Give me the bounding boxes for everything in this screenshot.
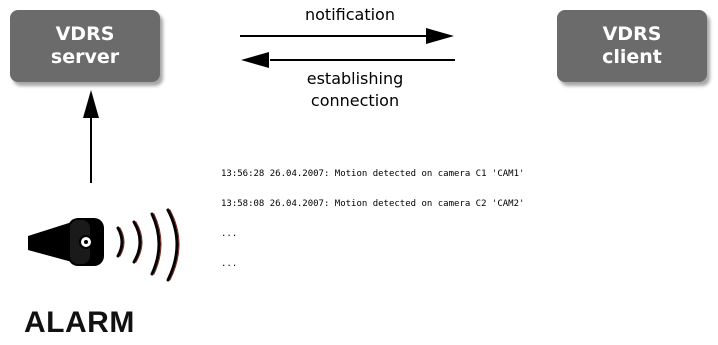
vdrs-client-node: VDRS client: [557, 10, 707, 82]
establishing-connection-label: establishing connection: [255, 68, 455, 112]
notification-label: notification: [305, 5, 395, 24]
speaker-icon: [28, 218, 104, 266]
establishing-label-line1: establishing: [306, 69, 404, 88]
log-line: 13:58:08 26.04.2007: Motion detected on …: [221, 199, 525, 209]
event-log: 13:56:28 26.04.2007: Motion detected on …: [221, 149, 524, 279]
server-label-line2: server: [50, 46, 120, 68]
establishing-connection-arrow: [241, 52, 455, 68]
notification-arrow: [240, 28, 454, 44]
sound-wave-icon: [116, 208, 180, 282]
server-label-line1: VDRS: [55, 23, 115, 45]
log-line: 13:56:28 26.04.2007: Motion detected on …: [221, 169, 525, 179]
vdrs-server-node: VDRS server: [10, 10, 160, 82]
alarm-to-server-arrow: [83, 90, 99, 183]
client-label-line1: VDRS: [602, 23, 662, 45]
alarm-label: ALARM: [24, 306, 135, 339]
client-label-line2: client: [602, 46, 662, 68]
establishing-label-line2: connection: [310, 91, 400, 110]
log-line: ...: [221, 259, 238, 269]
log-line: ...: [221, 229, 238, 239]
